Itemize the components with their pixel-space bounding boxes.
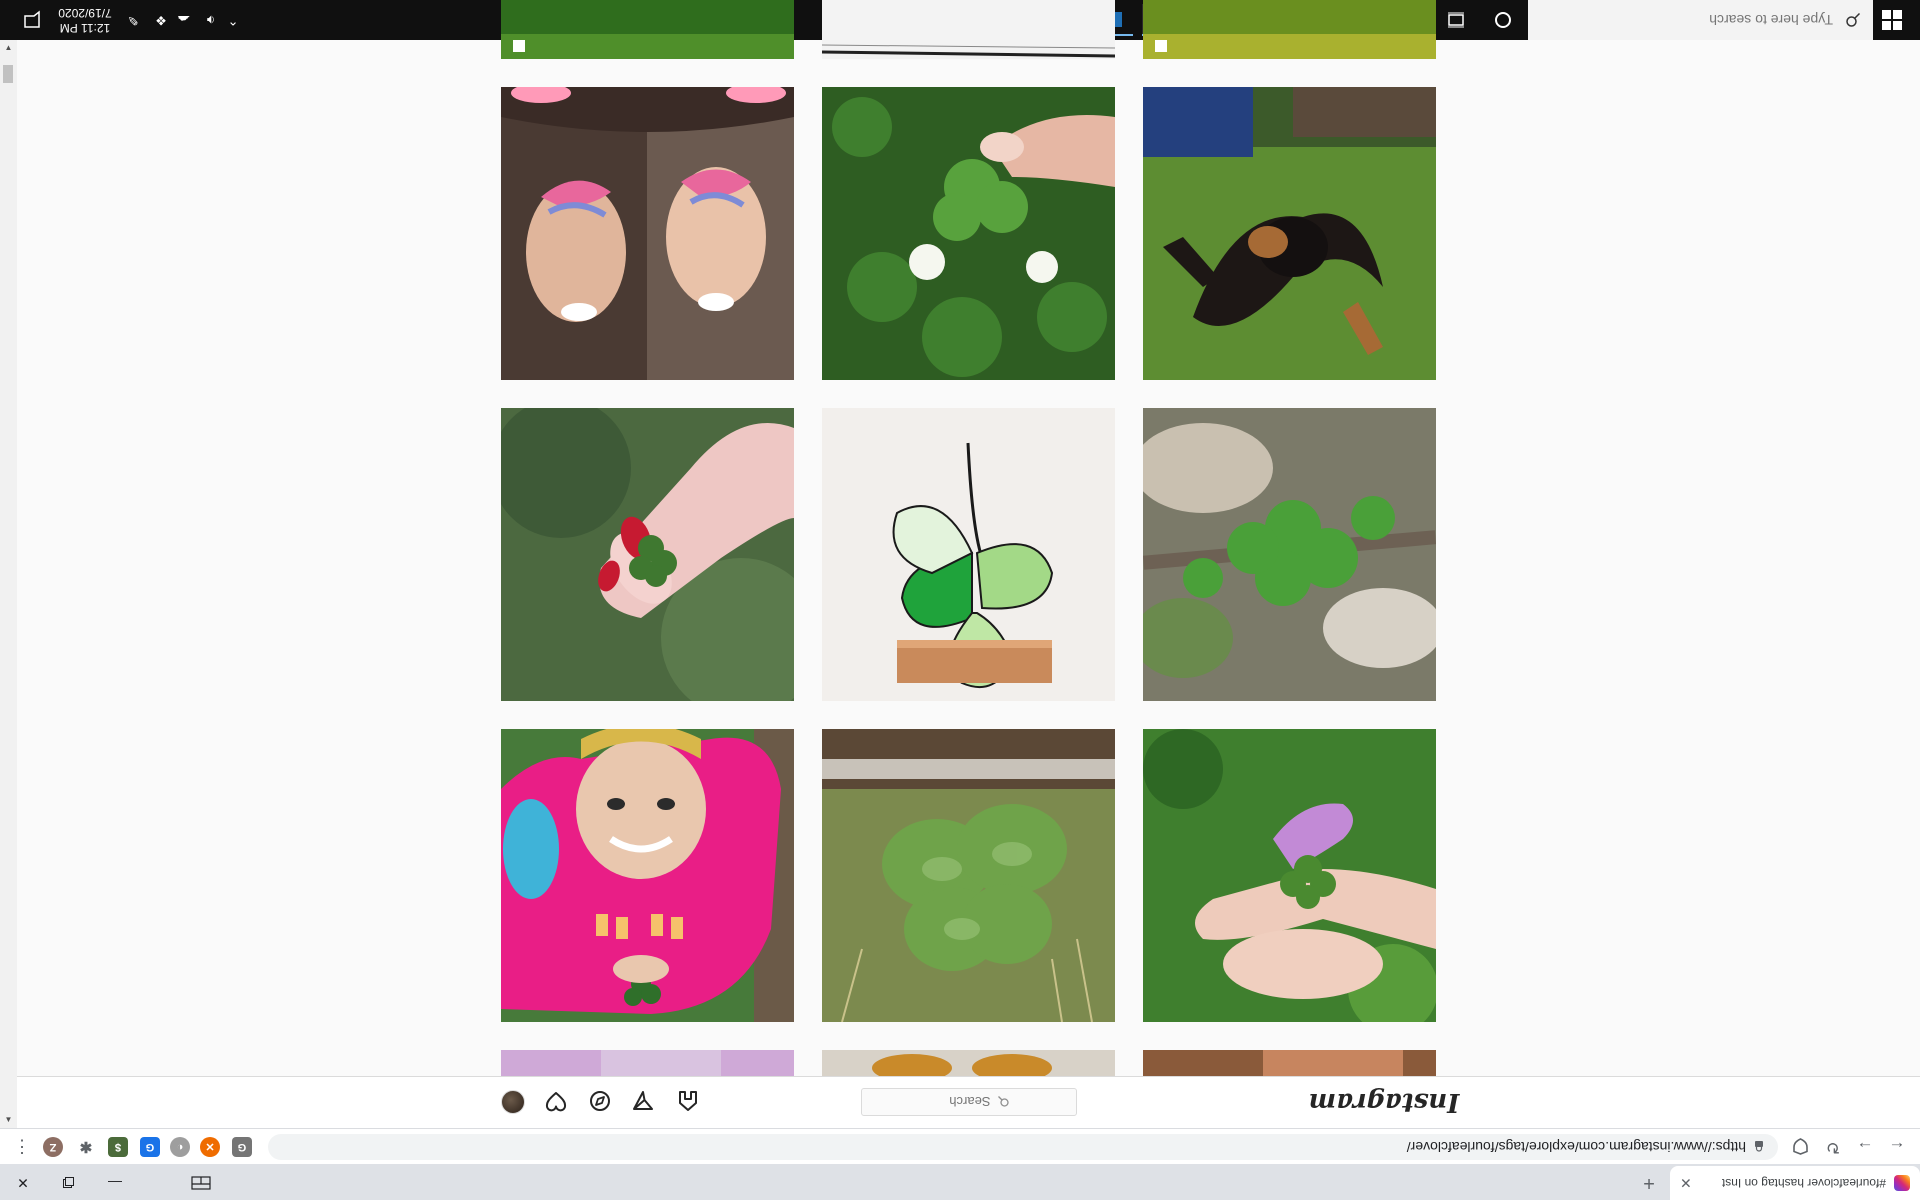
search-icon <box>1846 12 1861 27</box>
reload-icon[interactable]: ↻ <box>1820 1134 1846 1160</box>
g-extension-icon[interactable]: G <box>232 1137 252 1157</box>
task-view-icon[interactable] <box>1436 4 1476 36</box>
home-icon[interactable] <box>675 1088 701 1114</box>
grammar-extension-icon[interactable]: G <box>140 1137 160 1157</box>
tab-title: #fourleafclover hashtag on Inst <box>1721 1176 1886 1190</box>
circle-extension-icon[interactable]: ◐ <box>170 1137 190 1157</box>
volume-icon[interactable]: 🕩 <box>200 8 222 32</box>
photo-tile-partial[interactable] <box>1143 0 1436 59</box>
photo-tile-partial[interactable] <box>501 1050 794 1076</box>
bank-extension-icon[interactable]: $ <box>108 1137 128 1157</box>
action-center-icon[interactable] <box>22 10 42 30</box>
scrollbar-thumb[interactable] <box>3 65 13 83</box>
photo-tile[interactable] <box>501 729 794 1022</box>
cortana-icon[interactable] <box>1483 4 1523 36</box>
photo-tile[interactable] <box>822 729 1115 1022</box>
clock-date: 7/19/2020 <box>58 6 112 20</box>
tray-chevron-icon[interactable]: ⌃ <box>222 8 244 32</box>
windows-start-icon[interactable] <box>1880 8 1904 32</box>
clock-time: 12:11 PM <box>59 21 111 35</box>
photo-tile[interactable] <box>501 408 794 701</box>
lock-icon <box>1755 1141 1763 1153</box>
profile-avatar[interactable] <box>501 1090 525 1114</box>
chrome-profile-avatar[interactable]: Z <box>43 1137 63 1157</box>
explore-compass-icon[interactable] <box>587 1088 613 1114</box>
photo-tile-partial[interactable] <box>822 1050 1115 1076</box>
taskbar-search-box[interactable] <box>1528 0 1873 40</box>
new-tab-button[interactable]: + <box>1636 1170 1662 1196</box>
vertical-scrollbar[interactable] <box>0 40 17 1128</box>
photo-tile[interactable] <box>822 87 1115 380</box>
photo-tile-partial[interactable] <box>501 0 794 59</box>
photo-tile[interactable] <box>1143 87 1436 380</box>
minimize-icon[interactable]: — <box>92 1166 138 1200</box>
photo-tile[interactable] <box>1143 729 1436 1022</box>
instagram-search-input[interactable] <box>928 1093 993 1111</box>
active-tab[interactable]: #fourleafclover hashtag on Inst ✕ <box>1670 1166 1920 1200</box>
instagram-search-box[interactable] <box>861 1088 1077 1116</box>
browser-menu-icon[interactable]: ⋮ <box>12 1134 32 1160</box>
photo-tile[interactable] <box>1143 408 1436 701</box>
direct-message-icon[interactable] <box>630 1088 656 1114</box>
restore-icon[interactable] <box>46 1166 92 1200</box>
back-icon[interactable]: ← <box>1884 1134 1910 1160</box>
close-window-icon[interactable]: ✕ <box>0 1166 46 1200</box>
scroll-up-arrow-icon[interactable]: ▲ <box>4 43 13 52</box>
puzzle-extension-icon[interactable]: ✱ <box>76 1137 96 1157</box>
activity-heart-icon[interactable] <box>543 1088 569 1114</box>
photo-tile-partial[interactable] <box>1143 1050 1436 1076</box>
taskbar-clock[interactable]: 12:11 PM 7/19/2020 <box>40 2 130 38</box>
photo-tile-partial[interactable] <box>822 0 1115 59</box>
scroll-down-arrow-icon[interactable]: ▼ <box>4 1115 13 1124</box>
search-icon <box>998 1096 1010 1108</box>
dropbox-icon[interactable]: ❖ <box>150 8 172 32</box>
instagram-favicon-icon <box>1894 1175 1910 1191</box>
photo-tile[interactable] <box>501 87 794 380</box>
instagram-logo[interactable]: Instagram <box>1309 1084 1460 1120</box>
shield-extension-icon[interactable] <box>1788 1134 1814 1160</box>
taskbar-search-input[interactable] <box>1581 11 1835 29</box>
tab-close-icon[interactable]: ✕ <box>1680 1175 1692 1192</box>
address-bar[interactable]: https://www.instagram.com/explore/tags/f… <box>268 1134 1778 1160</box>
url-text: https://www.instagram.com/explore/tags/f… <box>1406 1139 1746 1155</box>
tab-strip <box>0 1164 1920 1200</box>
x-extension-icon[interactable]: ✕ <box>200 1137 220 1157</box>
tab-search-icon[interactable] <box>178 1166 224 1200</box>
photo-tile[interactable] <box>822 408 1115 701</box>
onedrive-icon[interactable]: ☁ <box>173 8 195 32</box>
pen-workspace-icon[interactable]: ✎ <box>122 8 144 32</box>
forward-icon[interactable]: → <box>1852 1134 1878 1160</box>
